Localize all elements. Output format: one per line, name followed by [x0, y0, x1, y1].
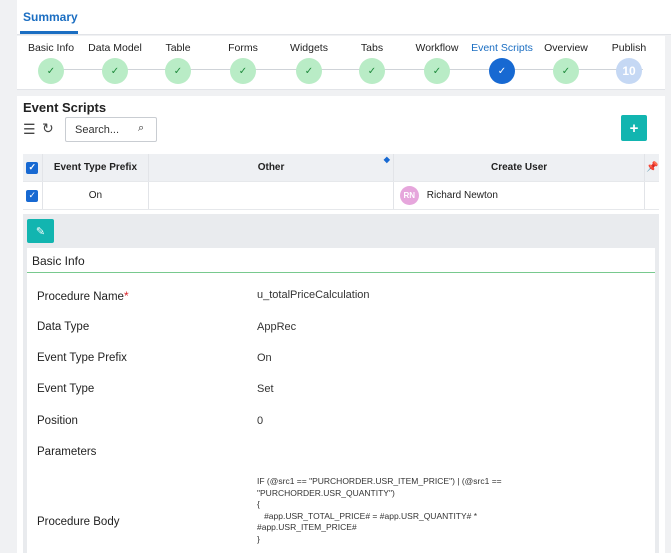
active-tab-indicator	[20, 31, 78, 34]
check-icon: ✓	[102, 58, 128, 84]
cell-user: RN Richard Newton	[394, 182, 646, 209]
panel-title: Event Scripts	[23, 100, 107, 115]
refresh-icon[interactable]: ↻	[42, 120, 54, 137]
row-checkbox[interactable]: ✓	[23, 182, 43, 209]
select-all-checkbox[interactable]: ✓	[23, 154, 43, 181]
pencil-icon: ✎	[35, 225, 46, 238]
user-name: Richard Newton	[426, 190, 498, 201]
check-icon: ✓	[424, 58, 450, 84]
table-header-row: ✓ Event Type Prefix Other ◆ Create User …	[23, 154, 659, 182]
field-value-event-type-prefix: On	[257, 352, 272, 364]
field-label-parameters: Parameters	[37, 446, 97, 458]
field-value-event-type: Set	[257, 383, 274, 395]
column-header-prefix[interactable]: Event Type Prefix	[43, 154, 150, 181]
field-label-position: Position	[37, 415, 78, 427]
check-icon: ✓	[26, 189, 39, 202]
field-value-procedure-body: IF (@src1 == "PURCHORDER.USR_ITEM_PRICE"…	[257, 476, 502, 544]
field-label-procedure-name: Procedure Name*	[37, 289, 129, 303]
cell-prefix: On	[43, 182, 150, 209]
step-publish[interactable]: Publish 10	[589, 42, 669, 84]
section-title: Basic Info	[27, 248, 655, 273]
step-number-badge: 10	[616, 58, 642, 84]
column-header-label: Other	[257, 162, 285, 173]
tab-summary[interactable]: Summary	[23, 10, 78, 24]
field-value-position: 0	[257, 415, 264, 427]
check-icon: ✓	[38, 58, 64, 84]
top-tab-bar: Summary	[17, 0, 671, 35]
wizard-stepper: Basic Info ✓ Data Model ✓ Table ✓ Forms …	[17, 36, 665, 90]
column-header-user[interactable]: Create User	[394, 154, 646, 181]
avatar: RN	[399, 186, 419, 205]
check-icon: ✓	[489, 58, 515, 84]
event-scripts-panel: Event Scripts ☰ ↻ ⌕ + ✓ Event Type Prefi…	[17, 96, 665, 553]
field-value-data-type: AppRec	[257, 321, 297, 333]
step-label: Publish	[611, 42, 647, 54]
event-scripts-table: ✓ Event Type Prefix Other ◆ Create User …	[23, 154, 659, 210]
check-icon: ✓	[230, 58, 256, 84]
check-icon: ✓	[359, 58, 385, 84]
column-header-other[interactable]: Other ◆	[149, 154, 394, 181]
check-icon: ✓	[165, 58, 191, 84]
edit-button[interactable]: ✎	[27, 219, 54, 243]
check-icon: ✓	[26, 161, 39, 174]
menu-icon[interactable]: ☰	[23, 121, 36, 138]
basic-info-card: Basic Info Procedure Name* u_totalPriceC…	[27, 248, 655, 553]
field-label-procedure-body: Procedure Body	[37, 516, 120, 528]
required-mark: *	[123, 289, 129, 303]
field-label-event-type: Event Type	[37, 383, 95, 395]
add-button[interactable]: +	[621, 115, 647, 141]
pin-cell	[645, 182, 659, 209]
cell-other	[149, 182, 394, 209]
search-icon[interactable]: ⌕	[138, 122, 144, 135]
field-label-data-type: Data Type	[37, 321, 90, 333]
table-row[interactable]: ✓ On RN Richard Newton	[23, 182, 659, 210]
sort-icon[interactable]: ◆	[384, 155, 390, 164]
check-icon: ✓	[553, 58, 579, 84]
check-icon: ✓	[296, 58, 322, 84]
label-text: Procedure Name	[37, 291, 124, 303]
field-label-event-type-prefix: Event Type Prefix	[37, 352, 127, 364]
field-value-procedure-name: u_totalPriceCalculation	[257, 289, 370, 301]
pin-icon[interactable]: 📌	[645, 154, 659, 181]
